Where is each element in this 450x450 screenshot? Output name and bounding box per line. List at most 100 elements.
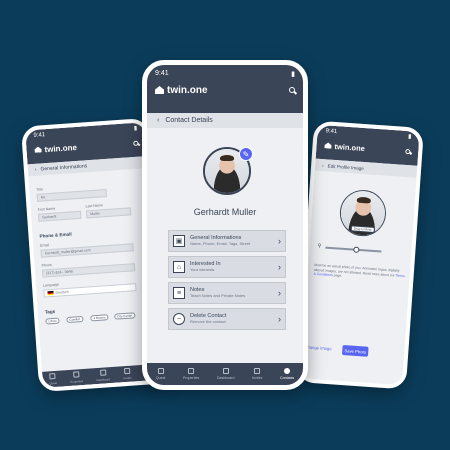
status-time: 9:41	[325, 127, 338, 135]
tab-label: Quest	[155, 376, 166, 380]
edit-avatar-button[interactable]: ✎	[239, 147, 253, 161]
language-label: Language	[42, 282, 60, 288]
status-bar: 9:41 ▮	[147, 65, 303, 79]
diamond-icon	[254, 368, 261, 374]
email-label: Email	[40, 243, 50, 248]
tab-properties[interactable]: Properties	[183, 368, 199, 380]
chevron-right-icon: ›	[278, 288, 281, 298]
hint-end: page.	[333, 273, 343, 278]
tab-contacts[interactable]: Contacts	[280, 368, 294, 380]
battery-icon: ▮	[133, 125, 138, 132]
save-photo-button[interactable]: Save Photo	[341, 345, 369, 357]
tab-label: Properties	[182, 376, 200, 380]
language-value: Deutsch	[55, 289, 69, 295]
tab-quest[interactable]: Quest	[49, 372, 58, 386]
tab-dashboard[interactable]: Dashboard	[96, 369, 110, 382]
menu-subtitle: Your interests	[190, 266, 215, 272]
notes-icon: ≡	[173, 287, 185, 299]
menu-notes[interactable]: ≡ Notes Teach Notes and Private Notes ›	[168, 282, 286, 304]
dashboard-icon	[99, 369, 106, 376]
chevron-right-icon: ›	[278, 314, 281, 324]
menu-subtitle: Teach Notes and Private Notes	[190, 292, 246, 298]
brand-name: twin.one	[167, 84, 208, 96]
battery-icon: ▮	[407, 134, 412, 141]
tab-label: Properties	[70, 379, 84, 384]
last-name-field[interactable]: Muller	[85, 207, 132, 219]
person-icon	[284, 368, 291, 374]
menu-interested-in[interactable]: ⌂ Interested In Your interests ›	[168, 256, 286, 278]
back-bar[interactable]: ‹ Contact Details	[147, 113, 303, 128]
tab-invites[interactable]: Invites	[252, 368, 262, 380]
brand-bar: twin.one	[147, 79, 303, 101]
house-icon: ⌂	[173, 261, 185, 273]
phone-email-heading: Phone & Email	[39, 231, 72, 239]
tab-dashboard[interactable]: Dashboard	[217, 368, 234, 380]
german-flag-icon	[47, 290, 54, 296]
title-label: Title	[36, 187, 44, 192]
house-logo-icon	[34, 146, 41, 152]
tab-label: Contacts	[280, 376, 295, 380]
change-image-link[interactable]: Change image	[304, 344, 332, 351]
brand-logo[interactable]: twin.one	[34, 142, 77, 154]
chevron-left-icon[interactable]: ‹	[157, 117, 159, 124]
chevron-right-icon: ›	[278, 262, 281, 272]
app-header: 9:41 ▮ twin.one	[147, 65, 303, 113]
house-logo-icon	[324, 142, 331, 148]
center-phone: 9:41 ▮ twin.one ‹ Contact Details ✎ Gerhar…	[142, 60, 308, 390]
brand-logo[interactable]: twin.one	[324, 141, 365, 153]
first-name-field[interactable]: Gerhardt	[37, 210, 82, 222]
tags-heading: Tags	[44, 308, 56, 315]
tab-bar: Quest Properties Dashboard Invites Conta…	[147, 363, 303, 385]
search-icon[interactable]	[405, 148, 411, 154]
menu-subtitle: Name, Phone, Email, Tags, Street	[190, 240, 251, 246]
quest-icon	[49, 372, 56, 380]
contact-name: Gerhardt Muller	[193, 207, 257, 217]
chevron-right-icon: ›	[278, 236, 281, 246]
battery-icon: ▮	[291, 70, 295, 78]
edit-profile-image-screen: 9:41 ▮ twin.one ‹ Edit Profile Image Drag …	[300, 124, 420, 386]
tab-label: Quest	[49, 380, 58, 386]
first-name-label: First Name	[37, 206, 56, 212]
brand-logo[interactable]: twin.one	[155, 85, 208, 96]
menu-subtitle: Remove the contact	[190, 318, 226, 324]
pencil-icon: ✎	[242, 149, 250, 159]
avatar-photo-hair	[219, 155, 235, 162]
building-icon	[73, 371, 80, 378]
right-phone: 9:41 ▮ twin.one ‹ Edit Profile Image Drag …	[295, 120, 425, 390]
brand-name: twin.one	[334, 141, 366, 153]
diamond-icon	[123, 367, 131, 375]
email-field[interactable]: Gerhardt_muller@gmail.com	[40, 243, 134, 258]
status-time: 9:41	[33, 131, 46, 139]
back-label: Contact Details	[165, 117, 213, 124]
brand-name: twin.one	[44, 142, 78, 154]
menu-delete-contact[interactable]: − Delete Contact Remove the contact ›	[168, 308, 286, 330]
search-icon[interactable]	[289, 87, 295, 93]
tag-chip[interactable]: Lift Ac	[45, 317, 60, 325]
house-logo-icon	[155, 86, 164, 94]
menu-general-informations[interactable]: ▣ General Informations Name, Phone, Email…	[168, 230, 286, 252]
status-time: 9:41	[155, 70, 169, 77]
tag-chip[interactable]: City Center	[114, 312, 136, 320]
tab-invites[interactable]: Invites	[123, 367, 132, 381]
minus-circle-icon: −	[173, 313, 185, 325]
tab-label: Dashboard	[96, 377, 111, 383]
chevron-left-icon[interactable]: ‹	[35, 167, 37, 173]
title-select[interactable]: Mr.	[36, 188, 107, 202]
photo-guidelines: Must be an actual photo of you. Animated…	[313, 263, 406, 283]
quest-icon	[157, 368, 164, 374]
tab-quest[interactable]: Quest	[155, 368, 166, 380]
phone-label: Phone	[41, 262, 53, 268]
building-icon	[188, 368, 195, 374]
chevron-left-icon[interactable]: ‹	[322, 163, 324, 168]
back-label: General Informations	[40, 163, 88, 173]
zoom-slider-handle[interactable]	[352, 246, 360, 253]
tab-label: Invites	[123, 375, 132, 381]
tag-chip[interactable]: Comfort	[66, 315, 84, 324]
phone-field[interactable]: (317) 624 - 9948	[41, 263, 136, 278]
tag-chip[interactable]: 4 Rooms	[90, 314, 109, 322]
tab-properties[interactable]: Properties	[70, 371, 84, 384]
last-name-label: Last Name	[85, 203, 104, 209]
contact-details-screen: 9:41 ▮ twin.one ‹ Contact Details ✎ Gerhar…	[147, 65, 303, 385]
zoom-out-icon[interactable]: ⚲	[317, 243, 321, 249]
search-icon[interactable]	[133, 140, 139, 146]
